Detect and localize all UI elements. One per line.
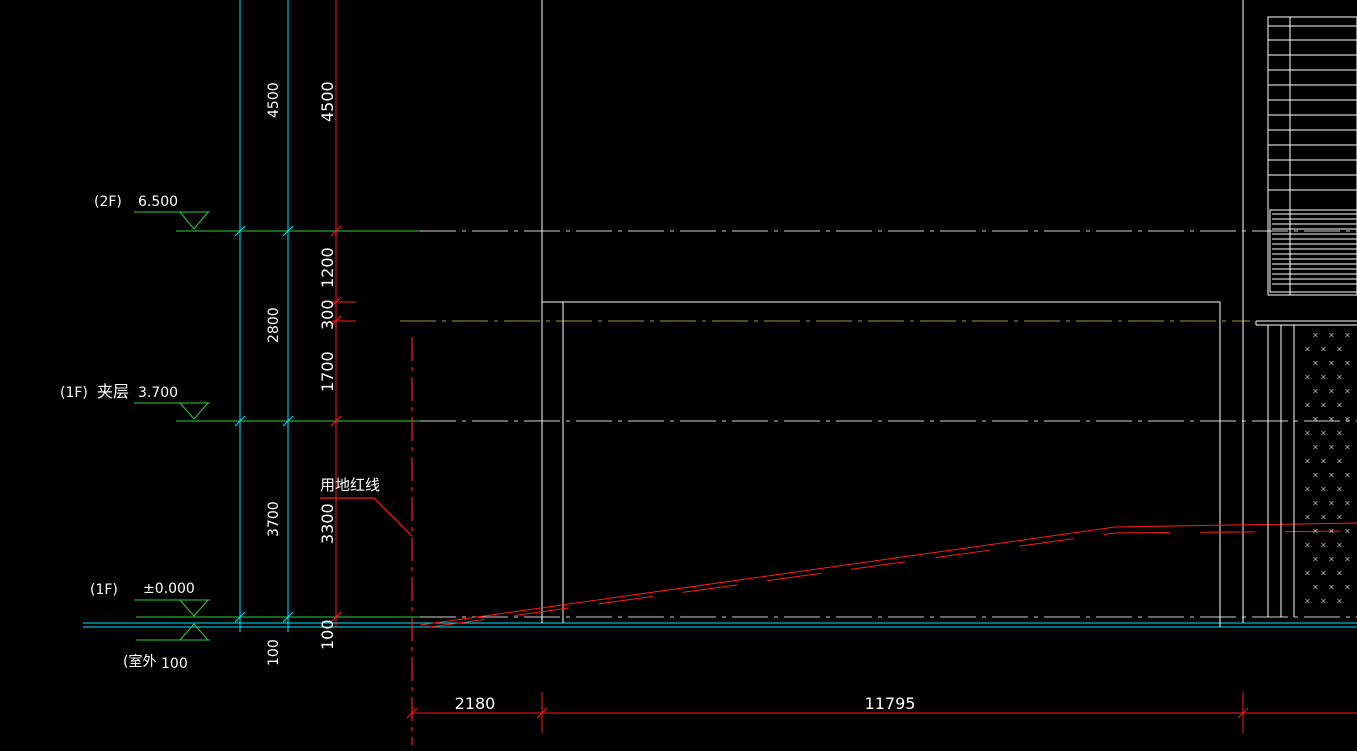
property-line-label: 用地红线 [320,476,380,494]
level-1f-elevation: ±0.000 [143,581,195,597]
level-2f-elevation: 6.500 [138,194,178,210]
level-1f-mezz-elevation: 3.700 [138,385,178,401]
outdoor-label: (室外 [123,653,156,670]
cyan-dim-low: 3700 [266,501,282,537]
cyan-dim-top: 4500 [266,82,282,118]
red-dim-a: 1200 [318,247,337,288]
cad-drawing-canvas[interactable]: (2F) 6.500 (1F) 夹层 3.700 (1F) ±0.000 (室外… [0,0,1357,751]
canvas-background [0,0,1357,751]
red-dim-top: 4500 [318,81,337,122]
red-dim-b: 300 [318,299,337,330]
red-dim-d: 3300 [318,503,337,544]
red-dim-base: 100 [318,619,337,650]
cyan-dim-base: 100 [266,639,282,666]
red-dim-c: 1700 [318,351,337,392]
outdoor-value: 100 [161,656,188,672]
horizontal-dim-left: 2180 [455,694,496,713]
cyan-dim-mid: 2800 [266,307,282,343]
level-1f-mezz-name: 夹层 [97,382,129,401]
horizontal-dim-right: 11795 [865,694,916,713]
level-2f-tag: (2F) [94,194,122,210]
level-1f-tag: (1F) [90,582,118,598]
level-1f-mezz-tag: (1F) [60,385,88,401]
